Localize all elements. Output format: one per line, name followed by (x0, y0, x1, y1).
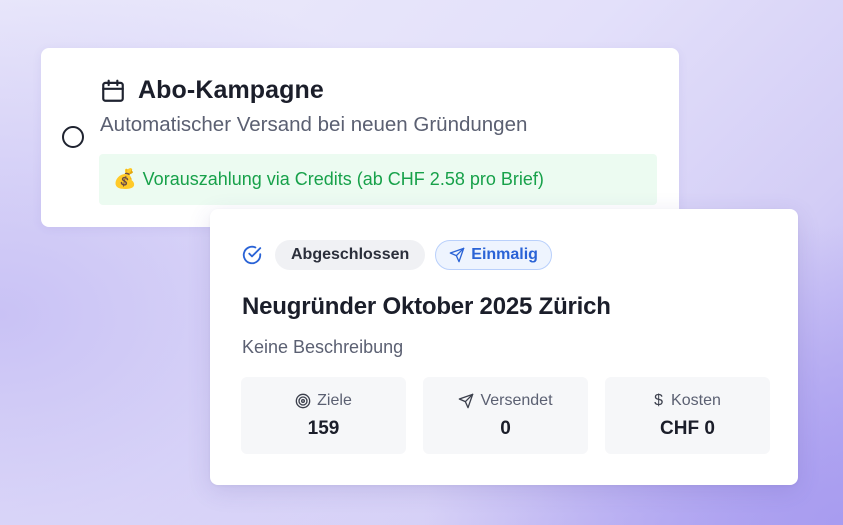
abo-kampagne-header: Abo-Kampagne (100, 76, 324, 105)
credit-info-box: 💰 Vorauszahlung via Credits (ab CHF 2.58… (99, 154, 657, 205)
type-badge: Einmalig (435, 240, 552, 270)
money-bag-icon: 💰 (113, 169, 137, 190)
stat-versendet: Versendet 0 (423, 377, 588, 454)
campaign-badges: Abgeschlossen Einmalig (241, 240, 552, 270)
credit-info-text: Vorauszahlung via Credits (ab CHF 2.58 p… (142, 169, 544, 189)
stat-ziele-label-row: Ziele (295, 392, 352, 410)
stat-versendet-value: 0 (500, 417, 511, 439)
check-circle-icon (241, 244, 263, 266)
stat-ziele-value: 159 (307, 417, 340, 439)
stat-versendet-label-row: Versendet (458, 391, 553, 410)
send-icon (449, 247, 465, 263)
type-badge-label: Einmalig (471, 246, 538, 263)
campaign-card[interactable]: Abgeschlossen Einmalig Neugründer Oktobe… (210, 209, 798, 485)
campaign-stats: Ziele 159 Versendet 0 $ Kosten CHF 0 (241, 377, 770, 454)
abo-kampagne-option-card[interactable]: Abo-Kampagne Automatischer Versand bei n… (41, 48, 679, 227)
abo-kampagne-radio[interactable] (62, 126, 84, 148)
stat-kosten-label-row: $ Kosten (654, 392, 721, 410)
stat-kosten-label: Kosten (671, 391, 721, 409)
target-icon (295, 393, 311, 409)
stat-ziele-label: Ziele (317, 391, 352, 409)
abo-kampagne-title: Abo-Kampagne (138, 76, 324, 104)
stat-kosten: $ Kosten CHF 0 (605, 377, 770, 454)
stat-kosten-value: CHF 0 (660, 417, 715, 439)
dollar-icon: $ (654, 391, 664, 409)
status-badge: Abgeschlossen (275, 240, 426, 270)
stat-ziele: Ziele 159 (241, 377, 406, 454)
stat-versendet-label: Versendet (480, 391, 553, 409)
calendar-icon (100, 78, 126, 104)
campaign-title: Neugründer Oktober 2025 Zürich (242, 293, 611, 320)
campaign-description: Keine Beschreibung (242, 337, 404, 357)
send-icon (458, 393, 474, 409)
abo-kampagne-subtitle: Automatischer Versand bei neuen Gründung… (100, 113, 528, 136)
